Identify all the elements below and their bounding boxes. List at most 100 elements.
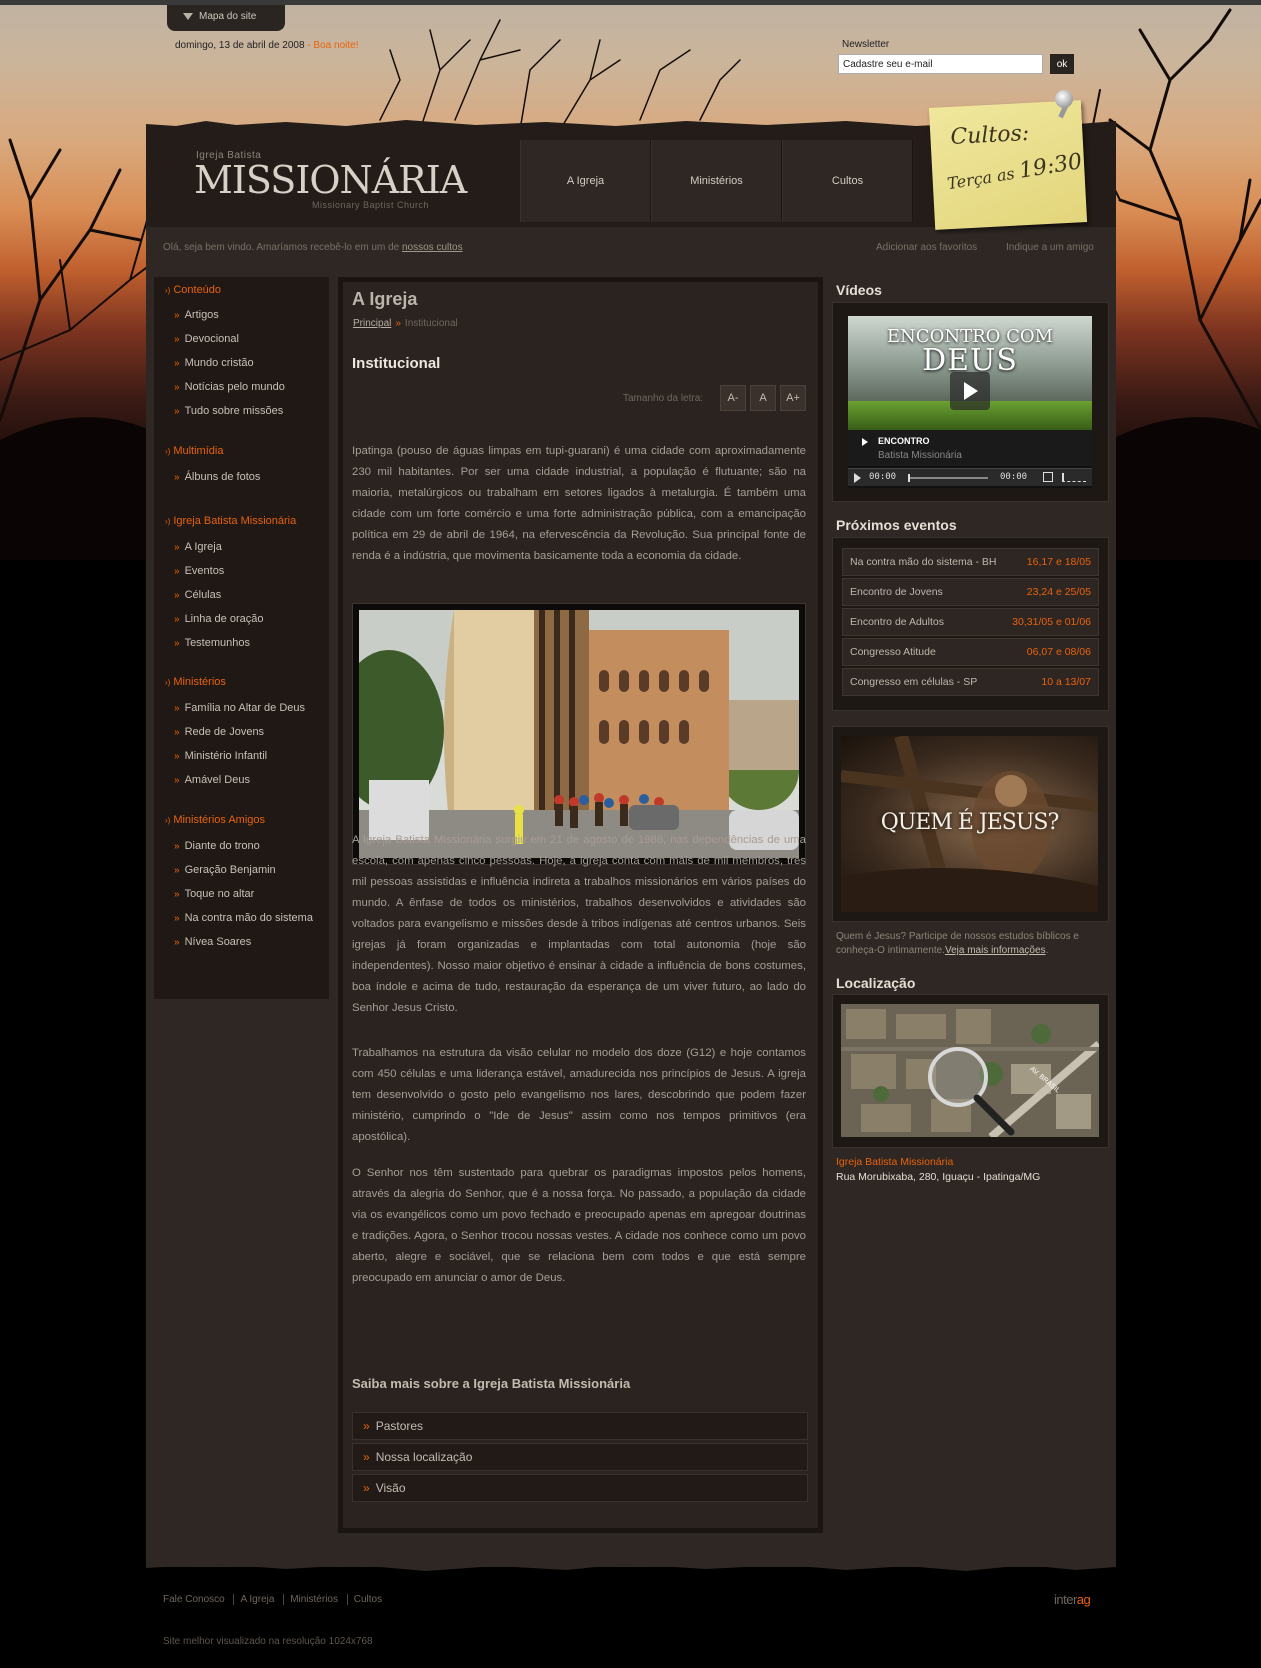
volume-icon[interactable] xyxy=(1062,473,1086,482)
sidebar-item-mundo-cristao[interactable]: Mundo cristão xyxy=(174,357,254,369)
newsletter-email-input[interactable] xyxy=(838,54,1043,74)
jesus-more-link[interactable]: Veja mais informações xyxy=(945,945,1046,956)
indicate-friend-link[interactable]: Indique a um amigo xyxy=(1006,242,1094,253)
event-row[interactable]: Na contra mão do sistema - BH 16,17 e 18/… xyxy=(842,548,1099,576)
learn-more-localizacao[interactable]: Nossa localização xyxy=(352,1443,808,1471)
satellite-map-illustration: AV. BRASIL xyxy=(841,1004,1099,1137)
breadcrumb-home-link[interactable]: Principal xyxy=(353,318,391,329)
sitemap-label: Mapa do site xyxy=(199,11,257,22)
cultos-postit: Cultos: Terça as 19:30 xyxy=(928,100,1088,230)
nav-a-igreja[interactable]: A Igreja xyxy=(520,140,651,222)
date-text: domingo, 13 de abril de 2008 xyxy=(175,40,305,51)
seek-handle[interactable] xyxy=(908,474,910,482)
sidebar-section-igreja[interactable]: Igreja Batista Missionária xyxy=(165,515,296,527)
sidebar-item-amavel[interactable]: Amável Deus xyxy=(174,774,250,786)
sidebar-section-amigos[interactable]: Ministérios Amigos xyxy=(165,814,265,826)
event-name: Na contra mão do sistema - BH xyxy=(850,556,997,568)
font-increase-button[interactable]: A+ xyxy=(780,385,806,411)
time-current: 00:00 xyxy=(869,472,897,482)
footer-link-contato[interactable]: Fale Conosco xyxy=(163,1594,231,1605)
sidebar-item-missoes[interactable]: Tudo sobre missões xyxy=(174,405,284,417)
sidebar-item-noticias[interactable]: Notícias pelo mundo xyxy=(174,381,285,393)
event-date: 06,07 e 08/06 xyxy=(1026,646,1091,658)
greeting: - Boa noite! xyxy=(307,40,359,51)
event-row[interactable]: Congresso Atitude 06,07 e 08/06 xyxy=(842,638,1099,666)
newsletter-submit-button[interactable]: ok xyxy=(1050,54,1074,74)
location-name: Igreja Batista Missionária xyxy=(836,1156,954,1168)
sidebar-item-benjamin[interactable]: Geração Benjamin xyxy=(174,864,276,876)
video-player[interactable]: ENCONTRO COM DEUS ENCONTRO Batista Missio… xyxy=(848,316,1092,488)
event-row[interactable]: Encontro de Jovens 23,24 e 25/05 xyxy=(842,578,1099,606)
play-icon[interactable] xyxy=(950,372,990,410)
learn-more-pastores[interactable]: Pastores xyxy=(352,1412,808,1440)
sidebar-item-celulas[interactable]: Células xyxy=(174,589,222,601)
sidebar-item-albuns[interactable]: Álbuns de fotos xyxy=(174,471,261,483)
time-total: 00:00 xyxy=(1000,472,1028,482)
fullscreen-icon[interactable] xyxy=(1043,472,1053,482)
sidebar-item-contra-mao[interactable]: Na contra mão do sistema xyxy=(174,912,313,924)
church-photo-illustration xyxy=(359,610,799,858)
torn-edge-bottom xyxy=(146,1560,1116,1571)
sidebar-item-jovens[interactable]: Rede de Jovens xyxy=(174,726,265,738)
sidebar-item-familia[interactable]: Família no Altar de Deus xyxy=(174,702,305,714)
sitemap-toggle[interactable]: Mapa do site xyxy=(167,5,285,31)
control-play-icon[interactable] xyxy=(854,473,861,483)
postit-title: Cultos: xyxy=(949,120,1030,150)
postit-time: 19:30 xyxy=(1017,149,1084,184)
font-reset-button[interactable]: A xyxy=(750,385,776,411)
paragraph-4: O Senhor nos têm sustentado para quebrar… xyxy=(352,1167,806,1284)
sidebar-item-a-igreja[interactable]: A Igreja xyxy=(174,541,222,553)
section-title: Institucional xyxy=(352,355,441,372)
paragraph-1: Ipatinga (pouso de águas limpas em tupi-… xyxy=(352,445,806,562)
event-row[interactable]: Encontro de Adultos 30,31/05 e 01/06 xyxy=(842,608,1099,636)
newsletter-label: Newsletter xyxy=(842,39,890,50)
paragraph-3: Trabalhamos na estrutura da visão celula… xyxy=(352,1047,806,1143)
footer-link-ministerios[interactable]: Ministérios xyxy=(283,1594,344,1605)
sidebar-item-eventos[interactable]: Eventos xyxy=(174,565,225,577)
seek-bar[interactable] xyxy=(908,477,988,479)
breadcrumb-current: Institucional xyxy=(404,318,458,329)
logo-wordmark[interactable]: MISSIONÁRIA xyxy=(194,158,467,202)
paragraph-2: A Igreja Batista Missionária surgiu em 2… xyxy=(352,834,806,1014)
event-row[interactable]: Congresso em células - SP 10 a 13/07 xyxy=(842,668,1099,696)
jesus-description: Quem é Jesus? Participe de nossos estudo… xyxy=(836,931,1079,956)
sidebar-item-toque[interactable]: Toque no altar xyxy=(174,888,255,900)
interag-logo[interactable]: interag xyxy=(1054,1592,1091,1607)
event-name: Encontro de Adultos xyxy=(850,616,944,628)
sidebar-item-infantil[interactable]: Ministério Infantil xyxy=(174,750,268,762)
welcome-text: Olá, seja bem vindo. Amaríamos recebê-lo… xyxy=(163,242,402,253)
current-date: domingo, 13 de abril de 2008 - Boa noite… xyxy=(175,40,358,51)
add-favorites-link[interactable]: Adicionar aos favoritos xyxy=(876,242,977,253)
interag-logo-b: ag xyxy=(1076,1592,1091,1607)
location-map[interactable]: AV. BRASIL xyxy=(841,1004,1099,1137)
nav-ministerios[interactable]: Ministérios xyxy=(651,140,782,222)
sidebar-item-testemunhos[interactable]: Testemunhos xyxy=(174,637,250,649)
breadcrumb-separator-icon: » xyxy=(395,318,401,329)
footer-link-cultos[interactable]: Cultos xyxy=(346,1594,389,1605)
sidebar-item-devocional[interactable]: Devocional xyxy=(174,333,239,345)
page-title: A Igreja xyxy=(352,289,418,309)
sidebar-section-multimidia[interactable]: Multimídia xyxy=(165,445,223,457)
breadcrumb: Principal » Institucional xyxy=(353,318,458,329)
interag-logo-a: inter xyxy=(1054,1592,1077,1607)
font-size-label: Tamanho da letra: xyxy=(623,393,704,404)
jesus-banner-text: QUEM É JESUS? xyxy=(880,810,1060,835)
sidebar-section-conteudo[interactable]: Conteúdo xyxy=(165,284,221,296)
footer-nav: Fale Conosco A Igreja Ministérios Cultos xyxy=(163,1594,389,1605)
sidebar-section-ministerios[interactable]: Ministérios xyxy=(165,676,226,688)
quem-e-jesus-banner[interactable]: QUEM É JESUS? xyxy=(841,736,1098,912)
event-date: 16,17 e 18/05 xyxy=(1026,556,1091,568)
events-title: Próximos eventos xyxy=(836,517,957,533)
sidebar-item-oracao[interactable]: Linha de oração xyxy=(174,613,264,625)
font-decrease-button[interactable]: A- xyxy=(720,385,746,411)
footer-link-igreja[interactable]: A Igreja xyxy=(233,1594,281,1605)
sidebar-item-nivea[interactable]: Nívea Soares xyxy=(174,936,252,948)
sidebar-item-diante[interactable]: Diante do trono xyxy=(174,840,260,852)
video-thumbnail-title: ENCONTRO COM DEUS xyxy=(848,328,1092,376)
event-date: 10 a 13/07 xyxy=(1041,676,1091,688)
learn-more-visao[interactable]: Visão xyxy=(352,1474,808,1502)
sidebar-item-artigos[interactable]: Artigos xyxy=(174,309,219,321)
nav-cultos[interactable]: Cultos xyxy=(782,140,913,222)
main-nav: A Igreja Ministérios Cultos xyxy=(520,140,913,222)
welcome-cultos-link[interactable]: nossos cultos xyxy=(402,242,463,253)
